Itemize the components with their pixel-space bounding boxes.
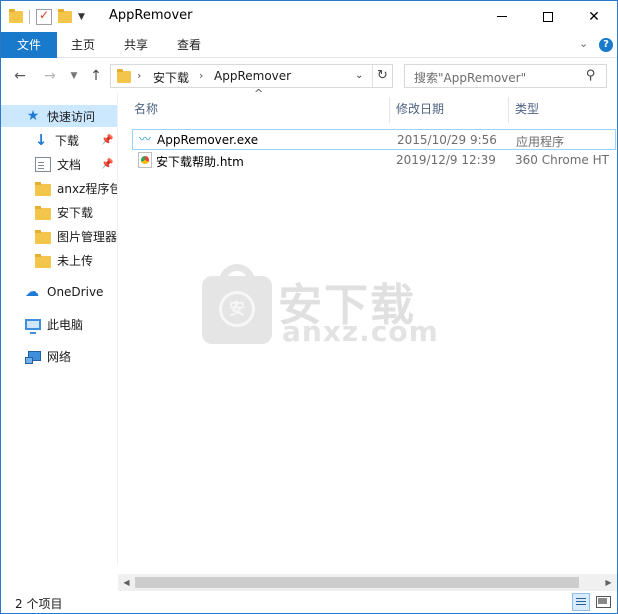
- network-icon: [25, 351, 41, 364]
- download-icon: ↓: [34, 131, 48, 149]
- tab-file[interactable]: 文件: [1, 32, 57, 58]
- cloud-icon: ☁: [25, 284, 39, 300]
- search-icon[interactable]: ⚲: [586, 68, 596, 83]
- folder-icon: [9, 9, 23, 23]
- file-type: 应用程序: [516, 135, 565, 149]
- column-header-date[interactable]: 修改日期: [396, 93, 444, 125]
- horizontal-scrollbar[interactable]: ◀ ▶: [118, 574, 617, 591]
- star-icon: ★: [26, 108, 40, 124]
- toolbar-divider: [29, 10, 30, 24]
- computer-icon: [25, 319, 41, 334]
- new-folder-icon[interactable]: [58, 9, 72, 23]
- column-header-type[interactable]: 类型: [515, 93, 539, 125]
- quick-access-toolbar: ▼: [9, 7, 85, 27]
- search-input[interactable]: 搜索"AppRemover" ⚲: [404, 64, 607, 88]
- search-placeholder: 搜索"AppRemover": [414, 71, 527, 85]
- maximize-button[interactable]: [525, 1, 571, 32]
- sidebar-item-anxz[interactable]: anxz程序包: [1, 177, 117, 199]
- properties-icon[interactable]: [36, 8, 52, 25]
- window-title: AppRemover: [109, 8, 193, 23]
- large-icons-view-icon[interactable]: [595, 594, 611, 610]
- sidebar-item-label: 此电脑: [47, 317, 84, 332]
- sidebar-item-label: 文档: [57, 157, 82, 172]
- forward-button[interactable]: →: [41, 67, 59, 85]
- document-icon: [35, 156, 51, 172]
- navigation-pane: ★ 快速访问 ↓ 下载 📌 文档 📌 anxz程序包 安下载 图片管理器 未上传: [1, 93, 117, 565]
- column-divider[interactable]: [389, 97, 390, 123]
- column-header-name[interactable]: 名称: [134, 93, 158, 125]
- refresh-button[interactable]: ↻: [372, 65, 392, 87]
- navigation-bar: ← → ▼ ↑ › 安下载 › AppRemover ⌄ ↻ 搜索"AppRem…: [1, 59, 617, 93]
- status-bar: 2 个项目: [1, 591, 617, 613]
- minimize-icon: [497, 16, 507, 17]
- scroll-left-icon[interactable]: ◀: [118, 574, 135, 591]
- sidebar-item-label: 安下载: [57, 205, 94, 220]
- chrome-html-icon: [138, 152, 152, 168]
- customize-toolbar-dropdown-icon[interactable]: ▼: [78, 12, 85, 22]
- explorer-window: ▼ AppRemover ✕ 文件 主页 共享 查看 ⌄ ? ← → ▼ ↑ ›…: [0, 0, 618, 614]
- folder-icon: [117, 69, 131, 83]
- watermark-logo-icon: 安: [202, 264, 272, 344]
- watermark-url: anxz.com: [282, 315, 439, 348]
- recent-locations-chevron-icon[interactable]: ▼: [65, 67, 83, 85]
- breadcrumb-item[interactable]: AppRemover: [214, 69, 291, 83]
- help-icon[interactable]: ?: [599, 38, 613, 52]
- folder-icon: [35, 253, 51, 268]
- sidebar-item-label: 未上传: [57, 253, 94, 268]
- sidebar-item-downloads[interactable]: ↓ 下载 📌: [1, 129, 117, 151]
- expand-ribbon-chevron-icon[interactable]: ⌄: [579, 37, 588, 50]
- close-button[interactable]: ✕: [571, 1, 617, 32]
- item-count: 2 个项目: [15, 597, 63, 611]
- sidebar-item-label: 图片管理器: [57, 229, 117, 244]
- details-view-icon[interactable]: [572, 593, 590, 611]
- breadcrumb-separator-icon[interactable]: ›: [137, 69, 141, 82]
- sort-ascending-icon: ^: [254, 87, 264, 100]
- tab-view[interactable]: 查看: [177, 32, 201, 58]
- maximize-icon: [543, 11, 553, 22]
- tab-share[interactable]: 共享: [124, 32, 148, 58]
- file-date: 2015/10/29 9:56: [397, 133, 497, 147]
- title-bar: ▼ AppRemover ✕: [1, 1, 617, 32]
- sidebar-item-network[interactable]: 网络: [1, 345, 117, 367]
- close-icon: ✕: [588, 8, 600, 25]
- pin-icon[interactable]: 📌: [101, 159, 113, 170]
- sidebar-item-anxiazai[interactable]: 安下载: [1, 201, 117, 223]
- address-bar[interactable]: › 安下载 › AppRemover ⌄ ↻: [110, 64, 393, 88]
- column-divider[interactable]: [508, 97, 509, 123]
- up-button[interactable]: ↑: [87, 67, 105, 85]
- file-type: 360 Chrome HT: [515, 153, 609, 167]
- sidebar-item-label: 快速访问: [47, 109, 96, 124]
- sidebar-item-label: OneDrive: [47, 285, 104, 299]
- table-row[interactable]: 安下载帮助.htm 2019/12/9 12:39 360 Chrome HT: [132, 150, 616, 171]
- sidebar-item-quick-access[interactable]: ★ 快速访问: [1, 105, 117, 127]
- sidebar-item-label: 网络: [47, 349, 72, 364]
- folder-icon: [35, 205, 51, 220]
- sidebar-item-documents[interactable]: 文档 📌: [1, 153, 117, 175]
- scrollbar-thumb[interactable]: [135, 577, 579, 588]
- back-button[interactable]: ←: [11, 67, 29, 85]
- pin-icon[interactable]: 📌: [101, 135, 113, 146]
- table-row[interactable]: 〰 AppRemover.exe 2015/10/29 9:56 应用程序: [132, 129, 616, 150]
- sidebar-item-image-manager[interactable]: 图片管理器: [1, 225, 117, 247]
- sidebar-item-label: 下载: [55, 133, 80, 148]
- sidebar-item-not-uploaded[interactable]: 未上传: [1, 249, 117, 271]
- sidebar-item-onedrive[interactable]: ☁ OneDrive: [1, 281, 117, 303]
- sidebar-item-label: anxz程序包: [57, 181, 117, 196]
- breadcrumb-separator-icon[interactable]: ›: [199, 69, 203, 82]
- folder-icon: [35, 229, 51, 244]
- folder-icon: [35, 181, 51, 196]
- scroll-right-icon[interactable]: ▶: [600, 574, 617, 591]
- address-dropdown-icon[interactable]: ⌄: [355, 70, 363, 81]
- ribbon-tabs: 文件 主页 共享 查看 ⌄ ?: [1, 32, 617, 58]
- breadcrumb-item[interactable]: 安下载: [153, 69, 189, 86]
- exe-icon: 〰: [139, 132, 152, 146]
- sidebar-item-this-pc[interactable]: 此电脑: [1, 313, 117, 335]
- watermark-emblem: 安: [219, 291, 255, 327]
- tab-home[interactable]: 主页: [71, 32, 95, 58]
- minimize-button[interactable]: [479, 1, 525, 32]
- file-date: 2019/12/9 12:39: [396, 153, 496, 167]
- file-name: 安下载帮助.htm: [156, 155, 244, 169]
- file-name: AppRemover.exe: [157, 133, 259, 147]
